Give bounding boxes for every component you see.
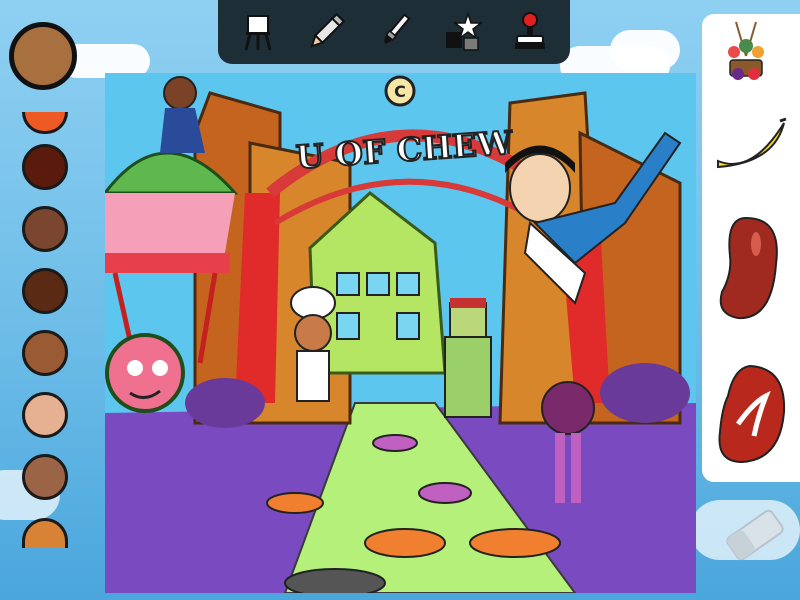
sticker-panel [702,14,800,482]
arch-emblem: C [394,82,406,101]
paintbrush-icon[interactable] [372,10,416,54]
selected-color-swatch[interactable] [9,22,77,90]
color-palette [0,0,90,600]
balloon-basket-sticker[interactable] [716,16,776,82]
pencil-icon[interactable] [304,10,348,54]
color-swatch-sienna[interactable] [22,330,68,376]
drawing-canvas[interactable]: C U OF CHEW [105,73,696,593]
kidney-bean-sticker[interactable] [716,214,786,324]
easel-icon[interactable] [236,10,280,54]
color-swatch-tan-brown[interactable] [22,454,68,500]
tool-bar [218,0,570,64]
color-swatch-peach[interactable] [22,392,68,438]
color-swatch-orange-red[interactable] [22,112,68,134]
stickers-icon[interactable] [440,10,484,54]
eraser-icon[interactable] [720,500,790,570]
color-swatch-medium-brown[interactable] [22,206,68,252]
coloring-page-artwork: C U OF CHEW [105,73,696,593]
banana-sticker[interactable] [714,117,790,177]
stamp-icon[interactable] [508,10,552,54]
cloud [610,30,680,70]
color-swatch-dark-red-brown[interactable] [22,144,68,190]
steak-sticker[interactable] [714,362,790,466]
color-swatch-dark-brown[interactable] [22,268,68,314]
color-swatch-orange-tan[interactable] [22,518,68,548]
